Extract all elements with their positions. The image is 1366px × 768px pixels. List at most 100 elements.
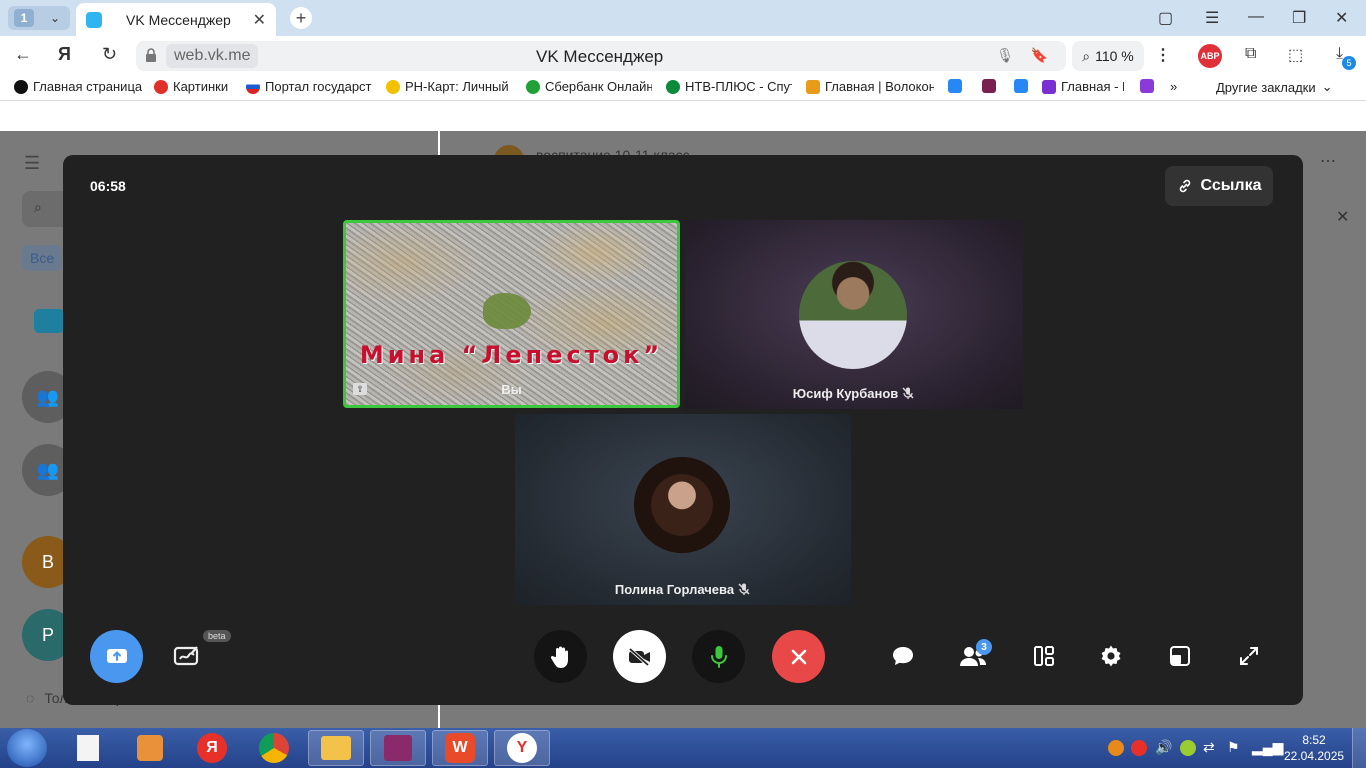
url-text[interactable]: web.vk.me <box>166 44 259 68</box>
reload-button[interactable]: ↻ <box>102 44 117 65</box>
participant-tile-polina[interactable]: Полина Горлачева <box>515 414 851 605</box>
taskbar-notepad[interactable] <box>60 730 116 766</box>
yandex-browser-icon: Y <box>507 733 537 763</box>
sync-extension-icon[interactable]: ⬚ <box>1288 45 1303 65</box>
microphone-icon[interactable]: 🎙 <box>996 47 1014 64</box>
video-object <box>483 293 531 329</box>
expand-icon <box>1240 647 1258 665</box>
participant-avatar <box>634 457 730 553</box>
call-window: 06:58 Ссылка Мина “Лепесток” ⇧ Вы Юсиф К… <box>63 155 1303 705</box>
bookmark-favicon-icon <box>1042 79 1056 94</box>
camera-off-icon <box>628 647 650 666</box>
bookmark-favicon-icon <box>526 79 540 94</box>
grid-layout-icon <box>1034 646 1054 666</box>
tray-sync-icon[interactable]: ⇄ <box>1203 739 1215 756</box>
other-bookmarks[interactable]: Другие закладки ⌄ <box>1216 79 1333 95</box>
bookmark-favicon-icon <box>386 79 400 94</box>
picture-in-picture-button[interactable] <box>1165 641 1195 671</box>
more-options-icon[interactable]: ⋮ <box>1155 45 1171 65</box>
network-icon[interactable]: ▂▄▆ <box>1252 739 1283 756</box>
chat-bubble-icon <box>893 647 913 665</box>
bookmark-item[interactable]: НТВ-ПЛЮС - Спут <box>666 79 792 94</box>
hand-icon <box>550 646 568 668</box>
bookmarks-overflow-icon[interactable]: » <box>1170 79 1177 94</box>
bookmark-icon[interactable]: 🔖 <box>1031 47 1048 64</box>
action-center-flag-icon[interactable]: ⚑ <box>1227 739 1240 756</box>
participant-tile-yusif[interactable]: Юсиф Курбанов <box>685 220 1023 409</box>
menu-icon[interactable]: ☰ <box>1205 8 1219 28</box>
screen-share-button[interactable] <box>90 630 143 683</box>
chat-bubble-icon: ◌ <box>26 690 35 706</box>
participant-tile-self[interactable]: Мина “Лепесток” ⇧ Вы <box>343 220 680 408</box>
end-call-button[interactable] <box>772 630 825 683</box>
minimize-button[interactable]: — <box>1248 8 1264 26</box>
bookmark-item[interactable]: Картинки <box>154 79 236 94</box>
bookmark-label: Главная страница <box>33 79 142 94</box>
filter-all-tab[interactable]: Все <box>22 245 63 271</box>
taskbar-yandex-browser[interactable]: Y <box>494 730 550 766</box>
bookmark-item[interactable]: Главная | Волокон <box>806 79 934 94</box>
microphone-toggle-button[interactable] <box>692 630 745 683</box>
whiteboard-button[interactable] <box>171 640 203 672</box>
bookmark-item[interactable]: Главная страница <box>14 79 142 94</box>
chat-button[interactable] <box>888 641 918 671</box>
close-window-button[interactable]: ✕ <box>1335 8 1348 28</box>
bookmark-label: Портал государст <box>265 79 372 94</box>
taskbar-wps[interactable]: W <box>432 730 488 766</box>
taskbar-explorer[interactable] <box>308 730 364 766</box>
collections-icon[interactable]: ▢ <box>1158 8 1173 28</box>
bookmark-vk-2[interactable] <box>1014 79 1033 93</box>
lock-icon <box>146 48 156 62</box>
close-icon[interactable]: ✕ <box>1336 207 1349 227</box>
taskbar-media-player[interactable] <box>122 730 178 766</box>
chat-bubble-icon <box>1140 79 1154 93</box>
bookmark-item[interactable]: Портал государст <box>246 79 372 94</box>
yandex-home-button[interactable]: Я <box>58 44 71 65</box>
bookmark-item[interactable]: Сбербанк Онлайн <box>526 79 652 94</box>
bookmark-label: Сбербанк Онлайн <box>545 79 652 94</box>
taskbar: Я W Y 🔊 ⇄ ⚑ ▂▄▆ 8:52 22.04.2025 <box>0 728 1366 768</box>
raise-hand-button[interactable] <box>534 630 587 683</box>
tray-antivirus-icon[interactable] <box>1180 740 1196 756</box>
beta-badge: beta <box>203 630 231 642</box>
close-tab-icon[interactable]: ✕ <box>253 10 266 30</box>
system-clock[interactable]: 8:52 22.04.2025 <box>1284 732 1344 764</box>
new-tab-button[interactable]: + <box>290 7 312 29</box>
layout-button[interactable] <box>1029 641 1059 671</box>
participant-name-row: Полина Горлачева <box>515 582 851 597</box>
back-button[interactable]: ← <box>14 44 32 65</box>
show-desktop-button[interactable] <box>1352 728 1366 768</box>
zoom-indicator[interactable]: ⌕ 110 % <box>1072 41 1144 71</box>
address-bar[interactable]: web.vk.me VK Мессенджер 🎙 🔖 <box>136 41 1066 71</box>
tab-group-button[interactable]: 1 ⌄ <box>8 6 70 30</box>
tab-vk-messenger[interactable]: VK Мессенджер ✕ <box>76 3 276 36</box>
whiteboard-icon <box>173 646 199 666</box>
taskbar-chrome[interactable] <box>246 730 302 766</box>
video-caption: Мина “Лепесток” <box>359 341 664 369</box>
hamburger-icon[interactable]: ☰ <box>24 153 40 174</box>
vk-icon <box>1014 79 1028 93</box>
tray-yandex-icon[interactable] <box>1131 740 1147 756</box>
fullscreen-button[interactable] <box>1234 641 1264 671</box>
bookmark-purple[interactable] <box>1140 79 1159 93</box>
restore-button[interactable]: ❐ <box>1292 8 1306 28</box>
copy-link-button[interactable]: Ссылка <box>1165 166 1273 206</box>
pip-icon <box>1170 646 1190 666</box>
media-player-icon <box>137 735 163 761</box>
tray-app-icon[interactable] <box>1108 740 1124 756</box>
taskbar-yandex[interactable]: Я <box>184 730 240 766</box>
taskbar-winrar[interactable] <box>370 730 426 766</box>
volume-icon[interactable]: 🔊 <box>1155 739 1172 756</box>
camera-toggle-button[interactable] <box>613 630 666 683</box>
bookmark-archive[interactable] <box>982 79 1001 93</box>
bookmark-item[interactable]: РН-Карт: Личный <box>386 79 512 94</box>
bookmark-label: НТВ-ПЛЮС - Спут <box>685 79 792 94</box>
start-button[interactable] <box>7 729 47 767</box>
extension-icon[interactable]: ⧉ <box>1245 45 1256 63</box>
settings-button[interactable] <box>1096 641 1126 671</box>
bookmark-vk-1[interactable] <box>948 79 967 93</box>
yandex-icon: Я <box>197 733 227 763</box>
more-options-icon[interactable]: ⋯ <box>1320 151 1336 171</box>
bookmark-item[interactable]: Главная - E <box>1042 79 1124 94</box>
adblock-extension-icon[interactable]: ABP <box>1198 44 1222 68</box>
